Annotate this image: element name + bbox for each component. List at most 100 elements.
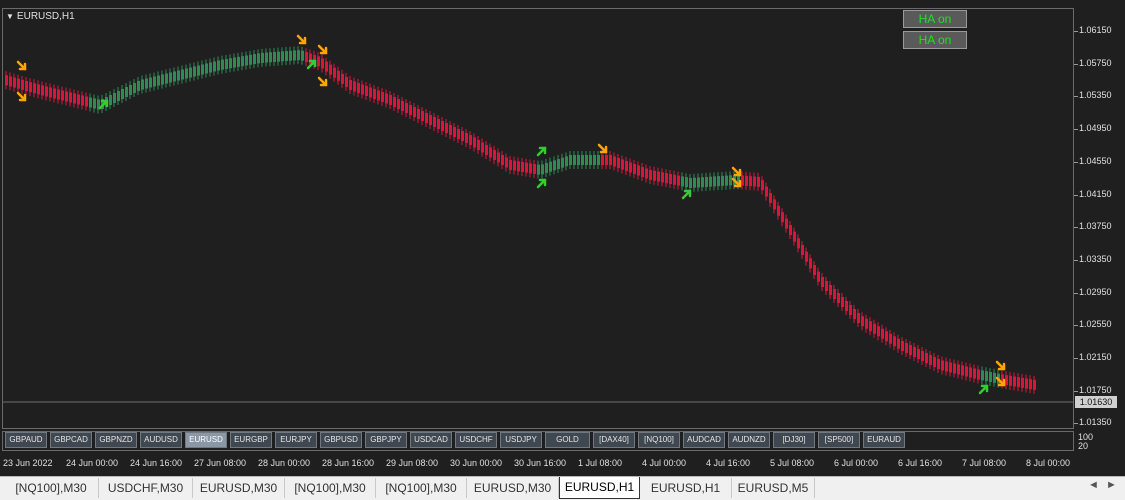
candle-body (217, 60, 220, 71)
symbol-button-gold[interactable]: GOLD (545, 432, 590, 448)
candle-body (1009, 375, 1012, 386)
candle-body (493, 150, 496, 160)
symbol-button-dax40[interactable]: [DAX40] (593, 432, 635, 448)
candle-body (473, 137, 476, 148)
candle-body (501, 155, 504, 165)
candle-body (9, 76, 12, 87)
ha-toggle-button-2[interactable]: HA on (903, 31, 967, 49)
candle-body (405, 103, 408, 113)
candle-body (457, 129, 460, 139)
candle-body (793, 231, 796, 242)
candle-body (701, 177, 704, 188)
candle-body (325, 61, 328, 72)
chart-tab[interactable]: EURUSD,M5 (732, 478, 815, 498)
tab-scroll-right-icon[interactable]: ► (1106, 479, 1117, 491)
candle-body (81, 95, 84, 106)
candle-body (597, 155, 600, 165)
candle-body (969, 367, 972, 378)
chart-tab[interactable]: [NQ100],M30 (285, 478, 376, 498)
candle-body (281, 51, 284, 62)
time-axis-tick: 30 Jun 16:00 (514, 458, 567, 468)
symbol-button-audcad[interactable]: AUDCAD (683, 432, 725, 448)
candle-body (657, 171, 660, 182)
candle-body (829, 285, 832, 295)
candle-body (901, 341, 904, 351)
candle-body (89, 97, 92, 108)
candle-body (681, 176, 684, 187)
candle-body (785, 218, 788, 229)
candle-body (881, 328, 884, 339)
chart-tab[interactable]: EURUSD,M30 (467, 478, 559, 498)
candle-body (989, 372, 992, 382)
time-axis-tick: 28 Jun 16:00 (322, 458, 375, 468)
symbol-button-usdcad[interactable]: USDCAD (410, 432, 452, 448)
tab-scroll-left-icon[interactable]: ◄ (1088, 479, 1099, 491)
candle-body (237, 56, 240, 67)
chart-menu-triangle-icon[interactable]: ▼ (6, 12, 14, 21)
candle-body (709, 176, 712, 187)
candle-body (533, 164, 536, 174)
candle-body (945, 361, 948, 372)
symbol-button-euraud[interactable]: EURAUD (863, 432, 905, 448)
chart-tab[interactable]: [NQ100],M30 (4, 478, 99, 498)
symbol-button-eurusd[interactable]: EURUSD (185, 432, 227, 448)
chart-tab[interactable]: EURUSD,H1 (640, 478, 732, 498)
time-axis-tick: 8 Jul 00:00 (1026, 458, 1071, 468)
candle-body (197, 65, 200, 76)
price-axis-tick: 1.03750 (1074, 221, 1112, 232)
candle-body (853, 309, 856, 319)
candle-body (593, 155, 596, 165)
price-axis-tick: 1.05350 (1074, 90, 1112, 101)
candle-body (885, 331, 888, 342)
candle-body (137, 81, 140, 91)
symbol-button-gbpcad[interactable]: GBPCAD (50, 432, 92, 448)
symbol-button-dj30[interactable]: [DJ30] (773, 432, 815, 448)
candle-body (649, 170, 652, 180)
candle-body (345, 76, 348, 87)
sell-signal-arrow-icon (296, 34, 307, 45)
candle-body (705, 176, 708, 187)
symbol-button-nq100[interactable]: [NQ100] (638, 432, 680, 448)
symbol-button-usdjpy[interactable]: USDJPY (500, 432, 542, 448)
candle-body (661, 172, 664, 183)
chart-symbol-label: ▼ EURUSD,H1 (6, 11, 75, 22)
candle-body (893, 336, 896, 347)
candle-body (633, 164, 636, 174)
ha-toggle-button-1[interactable]: HA on (903, 10, 967, 28)
candle-body (161, 74, 164, 85)
time-axis-tick: 29 Jun 08:00 (386, 458, 439, 468)
symbol-button-audusd[interactable]: AUDUSD (140, 432, 182, 448)
candle-body (605, 155, 608, 165)
chart-tab[interactable]: EURUSD,H1 (559, 477, 640, 499)
candle-body (837, 293, 840, 303)
symbol-button-eurjpy[interactable]: EURJPY (275, 432, 317, 448)
candle-body (277, 51, 280, 62)
candle-body (905, 343, 908, 353)
symbol-button-sp500[interactable]: [SP500] (818, 432, 860, 448)
candle-body (333, 67, 336, 78)
symbol-button-gbpusd[interactable]: GBPUSD (320, 432, 362, 448)
candle-body (317, 56, 320, 67)
candle-body (297, 50, 300, 61)
candle-body (49, 87, 52, 98)
chart-tab[interactable]: [NQ100],M30 (376, 478, 467, 498)
symbol-button-eurgbp[interactable]: EURGBP (230, 432, 272, 448)
candle-body (653, 170, 656, 181)
symbol-button-gbpjpy[interactable]: GBPJPY (365, 432, 407, 448)
chart-window[interactable]: ▼ EURUSD,H1 HA on HA on 1.06150 1.05750 1.0… (0, 0, 1125, 477)
candle-body (889, 333, 892, 344)
symbol-button-gbpnzd[interactable]: GBPNZD (95, 432, 137, 448)
candle-body (37, 84, 40, 95)
candle-body (117, 91, 120, 101)
symbol-button-audnzd[interactable]: AUDNZD (728, 432, 770, 448)
symbol-button-usdchf[interactable]: USDCHF (455, 432, 497, 448)
candle-body (141, 79, 144, 90)
chart-tab[interactable]: USDCHF,M30 (99, 478, 193, 498)
candle-body (145, 78, 148, 89)
candle-body (949, 362, 952, 373)
candle-body (545, 163, 548, 173)
candle-body (909, 345, 912, 355)
candlestick-chart[interactable] (0, 0, 1075, 455)
symbol-button-gbpaud[interactable]: GBPAUD (5, 432, 47, 448)
chart-tab[interactable]: EURUSD,M30 (193, 478, 285, 498)
